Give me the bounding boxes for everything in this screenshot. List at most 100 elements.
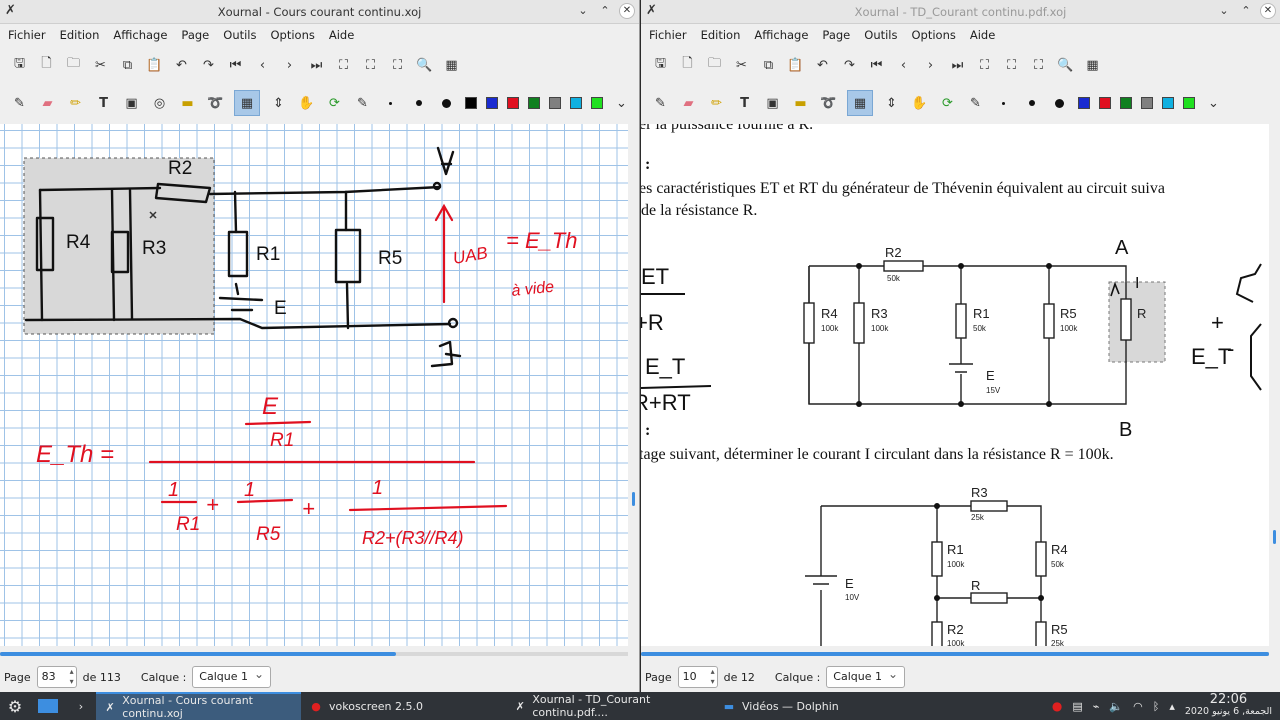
menu-fichier[interactable]: Fichier [649,28,687,42]
vertical-space-icon[interactable]: ⇕ [882,94,901,113]
color-blue[interactable] [1078,97,1090,109]
paste-icon[interactable]: 📋 [786,56,805,75]
color-cyan[interactable] [570,97,582,109]
vertical-scrollbar[interactable] [1270,124,1278,646]
zoom-fit-icon[interactable]: ⛶ [334,56,353,75]
color-lightgreen[interactable] [591,97,603,109]
menu-affichage[interactable]: Affichage [113,28,167,42]
prev-page-icon[interactable]: ‹ [253,56,272,75]
color-gray[interactable] [1141,97,1153,109]
eraser-icon[interactable]: ▰ [679,94,698,113]
menu-outils[interactable]: Outils [223,28,256,42]
horizontal-scrollbar[interactable] [0,652,628,656]
usb-icon[interactable]: ⌁ [1093,700,1100,713]
first-page-icon[interactable]: ⏮ [867,56,886,75]
undo-icon[interactable]: ↶ [172,56,191,75]
menu-aide[interactable]: Aide [329,28,354,42]
menu-aide[interactable]: Aide [970,28,995,42]
menu-page[interactable]: Page [822,28,850,42]
rect-select-icon[interactable]: ▦ [847,90,873,116]
menu-affichage[interactable]: Affichage [754,28,808,42]
thick-pen-icon[interactable] [1050,94,1069,113]
zoom-width-icon[interactable]: ⛶ [361,56,380,75]
application-launcher[interactable]: ⚙ [0,692,30,720]
more-colors-chevron-icon[interactable]: ⌄ [612,94,631,113]
highlighter-icon[interactable]: ✏ [66,94,85,113]
color-green[interactable] [1120,97,1132,109]
thick-pen-icon[interactable] [437,94,456,113]
next-page-icon[interactable]: › [921,56,940,75]
eraser-icon[interactable]: ▰ [38,94,57,113]
vertical-space-icon[interactable]: ⇕ [269,94,288,113]
fullscreen-icon[interactable]: ⛶ [388,56,407,75]
notes-canvas[interactable]: R2 R4 R3 R1 R5 E UAB = E_Th à vide E_Th … [0,124,628,646]
maximize-icon[interactable]: ⌃ [1238,3,1254,19]
layer-select[interactable]: Calque 1 [826,666,905,688]
layout-icon[interactable]: ▦ [1083,56,1102,75]
default-tool-icon[interactable]: ⟳ [325,94,344,113]
redo-icon[interactable]: ↷ [199,56,218,75]
expand-tray-icon[interactable]: ▴ [1169,700,1175,713]
prev-page-icon[interactable]: ‹ [894,56,913,75]
open-folder-icon[interactable]: 🗀 [64,56,83,75]
bluetooth-icon[interactable]: ᛒ [1153,700,1160,713]
color-green[interactable] [528,97,540,109]
fullscreen-icon[interactable]: ⛶ [1029,56,1048,75]
task-vokoscreen[interactable]: ● vokoscreen 2.5.0 [301,692,506,720]
task-xournal-td[interactable]: ✗ Xournal - TD_Courant continu.pdf.... [506,692,714,720]
copy-icon[interactable]: ⧉ [759,56,778,75]
save-icon[interactable]: 🖫 [651,56,670,75]
text-tool-icon[interactable]: T [94,94,113,113]
hand-icon[interactable]: ✋ [910,94,929,113]
color-cyan[interactable] [1162,97,1174,109]
title-bar[interactable]: ✗ Xournal - TD_Courant continu.pdf.xoj ⌄… [641,0,1280,24]
undo-icon[interactable]: ↶ [813,56,832,75]
lasso-icon[interactable]: ➰ [206,94,225,113]
menu-options[interactable]: Options [271,28,315,42]
horizontal-scrollbar[interactable] [641,652,1269,656]
record-icon[interactable]: ● [1052,699,1062,713]
save-icon[interactable]: 🖫 [10,56,29,75]
pdf-canvas[interactable]: er la puissance fournie à R. : es caract… [641,124,1269,646]
menu-page[interactable]: Page [181,28,209,42]
title-bar[interactable]: ✗ Xournal - Cours courant continu.xoj ⌄ … [0,0,639,24]
new-doc-icon[interactable]: 🗋 [678,56,697,75]
color-blue[interactable] [486,97,498,109]
menu-edition[interactable]: Edition [701,28,741,42]
clock[interactable]: 22:06 الجمعة, 6 يونيو 2020 [1185,693,1272,718]
medium-pen-icon[interactable] [409,94,428,113]
last-page-icon[interactable]: ⏭ [948,56,967,75]
last-page-icon[interactable]: ⏭ [307,56,326,75]
menu-fichier[interactable]: Fichier [8,28,46,42]
task-xournal-cours[interactable]: ✗ Xournal - Cours courant continu.xoj [96,692,301,720]
new-doc-icon[interactable]: 🗋 [37,56,56,75]
pen-icon[interactable]: ✎ [10,94,29,113]
ruler-icon[interactable]: ▬ [178,94,197,113]
highlighter-icon[interactable]: ✏ [707,94,726,113]
task-expand[interactable]: › [66,692,96,720]
zoom-fit-icon[interactable]: ⛶ [975,56,994,75]
text-tool-icon[interactable]: T [735,94,754,113]
close-icon[interactable]: ✕ [1260,3,1276,19]
copy-icon[interactable]: ⧉ [118,56,137,75]
default-pen-icon[interactable]: ✎ [353,94,372,113]
shape-tool-icon[interactable]: ◎ [150,94,169,113]
lasso-icon[interactable]: ➰ [819,94,838,113]
maximize-icon[interactable]: ⌃ [597,3,613,19]
zoom-width-icon[interactable]: ⛶ [1002,56,1021,75]
hand-icon[interactable]: ✋ [297,94,316,113]
rect-select-icon[interactable]: ▦ [234,90,260,116]
paste-icon[interactable]: 📋 [145,56,164,75]
layer-select[interactable]: Calque 1 [192,666,271,688]
ruler-icon[interactable]: ▬ [791,94,810,113]
default-tool-icon[interactable]: ⟳ [938,94,957,113]
color-lightgreen[interactable] [1183,97,1195,109]
close-icon[interactable]: ✕ [619,3,635,19]
wifi-icon[interactable]: ◠ [1133,700,1143,713]
minimize-icon[interactable]: ⌄ [1216,3,1232,19]
cut-icon[interactable]: ✂ [732,56,751,75]
vertical-scrollbar[interactable] [629,124,637,646]
menu-options[interactable]: Options [912,28,956,42]
medium-pen-icon[interactable] [1022,94,1041,113]
search-icon[interactable]: 🔍 [1056,56,1075,75]
